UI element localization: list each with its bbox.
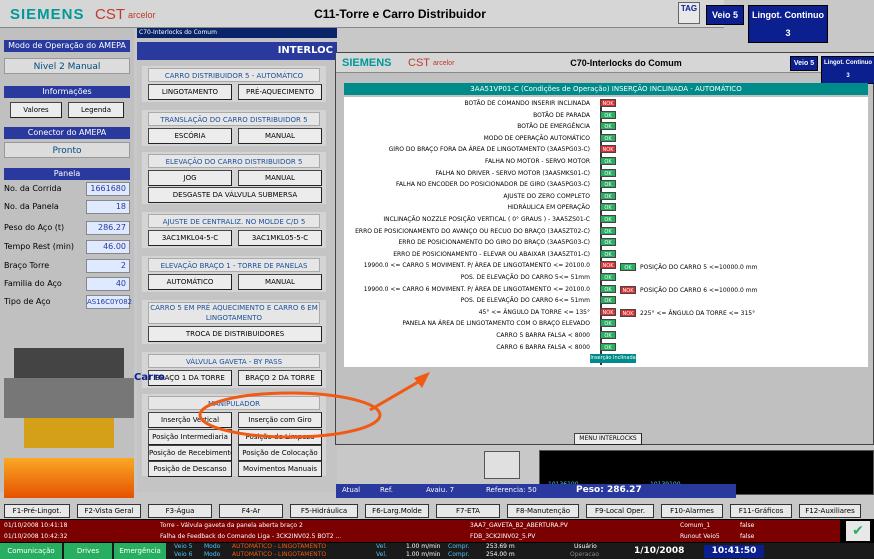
alarm-tag: 3AA7_GAVETA_B2_ABERTURA.PV [470, 522, 568, 529]
alarm-row[interactable]: 01/10/2008 10:42:32 Falha de Feedback do… [0, 531, 840, 542]
modo-label: Modo [204, 543, 221, 550]
fkey-button[interactable]: F12-Auxiliares [799, 504, 861, 518]
fkey-button[interactable]: F1-Pré-Lingot. [4, 504, 70, 518]
fkey-button[interactable]: F9-Local Oper. [586, 504, 654, 518]
vel-label: Vel. [376, 551, 387, 558]
speed-value: 1.00 m/min [406, 551, 441, 558]
compr-value: 254.00 m [486, 551, 515, 558]
alarm-msg: Torre - Válvula gaveta da panela aberta … [160, 522, 303, 529]
speed-value: 1.00 m/min [406, 543, 441, 550]
alarm-msg: Falha de Feedback do Comando Liga - 3CK2… [160, 533, 342, 540]
highlight-ellipse [198, 391, 382, 439]
alarm-list: 01/10/2008 10:41:18 Torre - Válvula gave… [0, 519, 874, 543]
emergencia-status: Emergência [114, 543, 166, 559]
fkey-button[interactable]: F6-Larg.Molde [365, 504, 429, 518]
status-date: 1/10/2008 [634, 546, 685, 556]
alarm-date: 01/10/2008 10:41:18 [4, 522, 68, 529]
compr-value: 253.69 m [486, 543, 515, 550]
modo-value: AUTOMÁTICO - LINGOTAMENTO [232, 543, 327, 550]
alarm-val: false [740, 522, 755, 529]
fkey-button[interactable]: F11-Gráficos [730, 504, 792, 518]
status-bar: Comunicação Drives Emergência Veio 5 Vei… [0, 543, 874, 559]
fkey-button[interactable]: F8-Manutenção [507, 504, 579, 518]
veio5-label: Veio 5 [174, 543, 193, 550]
alarm-src: Comum_1 [680, 522, 711, 529]
modo-value: AUTOMÁTICO - LINGOTAMENTO [232, 551, 327, 558]
alarm-date: 01/10/2008 10:42:32 [4, 533, 68, 540]
annotation-arrow [369, 376, 426, 412]
fkey-button[interactable]: F3-Água [148, 504, 212, 518]
annotation-overlay [198, 372, 430, 439]
alarm-val: false [740, 533, 755, 540]
usuario-value: Operacao [570, 551, 600, 558]
vel-label: Vel. [376, 543, 387, 550]
fkey-button[interactable]: F2-Vista Geral [77, 504, 141, 518]
modo-label: Modo [204, 551, 221, 558]
fkey-button[interactable]: F10-Alarmes [661, 504, 723, 518]
fkey-button[interactable]: F4-Ar [219, 504, 283, 518]
alarm-tag: FDB_3CK2INV02_5.PV [470, 533, 536, 540]
compr-label: Compr. [448, 551, 470, 558]
usuario-label: Usuário [574, 543, 597, 550]
ack-check-icon[interactable]: ✔ [846, 521, 870, 541]
arrow-head [414, 372, 430, 388]
fkey-button[interactable]: F7-ETA [436, 504, 500, 518]
fkey-button[interactable]: F5-Hidráulica [290, 504, 358, 518]
alarm-src: Runout Veio5 [680, 533, 720, 540]
compr-label: Compr. [448, 543, 470, 550]
alarm-row[interactable]: 01/10/2008 10:41:18 Torre - Válvula gave… [0, 520, 840, 531]
veio6-label: Veio 6 [174, 551, 193, 558]
drives-status: Drives [64, 543, 112, 559]
comunicacao-status: Comunicação [0, 543, 62, 559]
status-time: 10:41:50 [704, 545, 764, 558]
